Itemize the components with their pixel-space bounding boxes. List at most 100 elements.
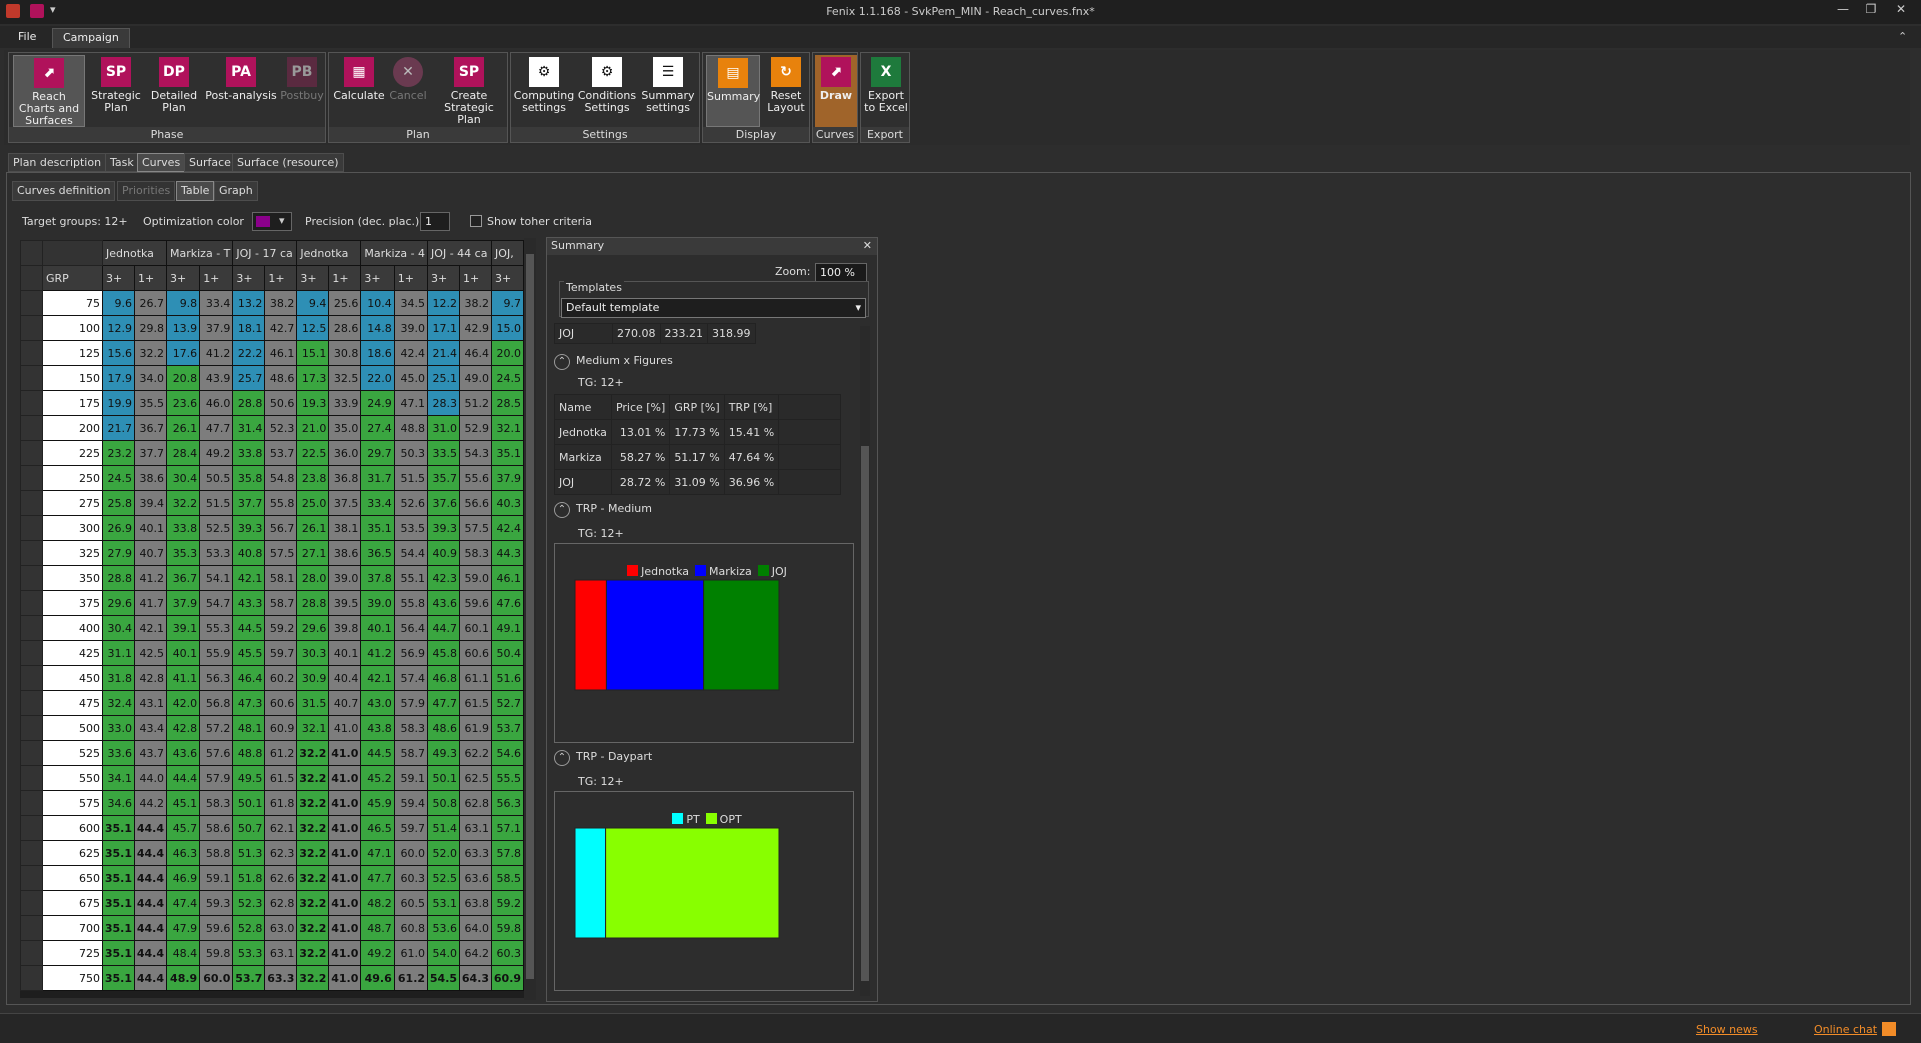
data-cell[interactable]: 47.4	[165, 890, 201, 916]
data-cell[interactable]: 41.0	[328, 965, 362, 991]
data-cell[interactable]: 29.8	[134, 315, 167, 341]
zoom-input[interactable]: 100 %	[815, 263, 867, 282]
data-cell[interactable]: 40.3	[491, 490, 525, 516]
data-cell[interactable]: 48.8	[232, 740, 266, 766]
data-cell[interactable]: 61.2	[264, 740, 298, 766]
data-cell[interactable]: 31.1	[102, 640, 135, 666]
data-cell[interactable]: 37.7	[134, 440, 167, 466]
grp-cell[interactable]: 650	[42, 865, 103, 891]
data-cell[interactable]: 49.1	[491, 615, 525, 641]
data-cell[interactable]: 30.3	[296, 640, 330, 666]
data-cell[interactable]: 57.9	[393, 690, 429, 716]
collapse-icon[interactable]: ⌃	[554, 354, 570, 370]
data-cell[interactable]: 32.2	[296, 865, 330, 891]
data-cell[interactable]: 25.8	[102, 490, 135, 516]
data-cell[interactable]: 53.6	[427, 915, 461, 941]
tab-plan-description[interactable]: Plan description	[8, 153, 107, 172]
data-cell[interactable]: 59.3	[199, 890, 234, 916]
data-cell[interactable]: 38.6	[328, 540, 362, 566]
reset-layout-button[interactable]: ↻ Reset Layout	[763, 55, 809, 114]
data-cell[interactable]: 58.8	[199, 840, 234, 866]
grp-cell[interactable]: 675	[42, 890, 103, 916]
data-cell[interactable]: 35.8	[232, 465, 266, 491]
data-cell[interactable]: 22.0	[360, 365, 395, 391]
close-icon[interactable]: ✕	[863, 239, 872, 252]
data-cell[interactable]: 40.8	[232, 540, 266, 566]
data-cell[interactable]: 45.7	[165, 815, 201, 841]
data-cell[interactable]: 21.7	[102, 415, 135, 441]
data-cell[interactable]: 35.1	[491, 440, 525, 466]
data-cell[interactable]: 36.7	[165, 565, 201, 591]
data-cell[interactable]: 61.8	[264, 790, 298, 816]
row-selector[interactable]	[20, 890, 43, 916]
data-cell[interactable]: 42.9	[459, 315, 493, 341]
grp-cell[interactable]: 100	[42, 315, 103, 341]
data-cell[interactable]: 47.7	[427, 690, 461, 716]
data-cell[interactable]: 50.8	[427, 790, 461, 816]
data-cell[interactable]: 54.1	[199, 565, 234, 591]
data-cell[interactable]: 9.4	[296, 290, 330, 316]
data-cell[interactable]: 42.3	[427, 565, 461, 591]
data-cell[interactable]: 22.5	[296, 440, 330, 466]
summary-scrollbar-thumb[interactable]	[861, 446, 869, 981]
data-cell[interactable]: 32.2	[296, 765, 330, 791]
data-cell[interactable]: 41.2	[134, 565, 167, 591]
data-cell[interactable]: 53.5	[393, 515, 429, 541]
data-cell[interactable]: 32.2	[296, 740, 330, 766]
data-cell[interactable]: 15.0	[491, 315, 525, 341]
show-toher-checkbox[interactable]	[470, 215, 482, 227]
data-cell[interactable]: 59.4	[393, 790, 429, 816]
data-cell[interactable]: 59.6	[199, 915, 234, 941]
data-cell[interactable]: 58.1	[264, 565, 298, 591]
data-cell[interactable]: 33.0	[102, 715, 135, 741]
data-cell[interactable]: 56.7	[264, 515, 298, 541]
data-cell[interactable]: 32.2	[134, 340, 167, 366]
data-cell[interactable]: 60.0	[199, 965, 234, 991]
data-cell[interactable]: 12.9	[102, 315, 135, 341]
data-cell[interactable]: 46.1	[491, 565, 525, 591]
data-cell[interactable]: 46.9	[165, 865, 201, 891]
row-selector[interactable]	[20, 515, 43, 541]
grp-cell[interactable]: 600	[42, 815, 103, 841]
data-cell[interactable]: 12.2	[427, 290, 461, 316]
menu-campaign[interactable]: Campaign	[52, 28, 130, 48]
data-cell[interactable]: 42.7	[264, 315, 298, 341]
data-cell[interactable]: 58.7	[264, 590, 298, 616]
data-cell[interactable]: 18.1	[232, 315, 266, 341]
data-cell[interactable]: 41.0	[328, 740, 362, 766]
data-cell[interactable]: 40.9	[427, 540, 461, 566]
grp-cell[interactable]: 700	[42, 915, 103, 941]
data-cell[interactable]: 40.1	[328, 640, 362, 666]
menu-file[interactable]: File	[8, 28, 46, 48]
data-cell[interactable]: 41.2	[360, 640, 395, 666]
data-cell[interactable]: 62.1	[264, 815, 298, 841]
grp-cell[interactable]: 500	[42, 715, 103, 741]
data-cell[interactable]: 36.0	[328, 440, 362, 466]
data-cell[interactable]: 34.1	[102, 765, 135, 791]
grp-cell[interactable]: 750	[42, 965, 103, 991]
chat-icon[interactable]	[1882, 1022, 1896, 1036]
data-cell[interactable]: 50.7	[232, 815, 266, 841]
data-cell[interactable]: 47.1	[360, 840, 395, 866]
data-cell[interactable]: 41.0	[328, 790, 362, 816]
column-header[interactable]: TRP [%]	[723, 394, 780, 420]
data-cell[interactable]: 23.6	[165, 390, 201, 416]
data-cell[interactable]: 39.1	[165, 615, 201, 641]
strategic-plan-button[interactable]: SP Strategic Plan	[89, 55, 143, 114]
data-cell[interactable]: 22.2	[232, 340, 266, 366]
data-cell[interactable]: 50.4	[491, 640, 525, 666]
data-cell[interactable]: 59.8	[491, 915, 525, 941]
data-cell[interactable]: 25.7	[232, 365, 266, 391]
data-cell[interactable]: 56.3	[199, 665, 234, 691]
column-header[interactable]: Jednotka	[102, 240, 167, 266]
summary-toggle-button[interactable]: ▤ Summary	[706, 55, 760, 127]
data-cell[interactable]: 41.1	[165, 665, 201, 691]
collapse-ribbon-icon[interactable]: ⌃	[1898, 30, 1907, 43]
data-cell[interactable]: 47.6	[491, 590, 525, 616]
data-cell[interactable]: 26.1	[165, 415, 201, 441]
data-cell[interactable]: 51.8	[232, 865, 266, 891]
create-strategic-plan-button[interactable]: SP Create Strategic Plan	[431, 55, 507, 126]
data-cell[interactable]: 60.3	[393, 865, 429, 891]
data-cell[interactable]: 55.1	[393, 565, 429, 591]
data-cell[interactable]: 43.6	[165, 740, 201, 766]
